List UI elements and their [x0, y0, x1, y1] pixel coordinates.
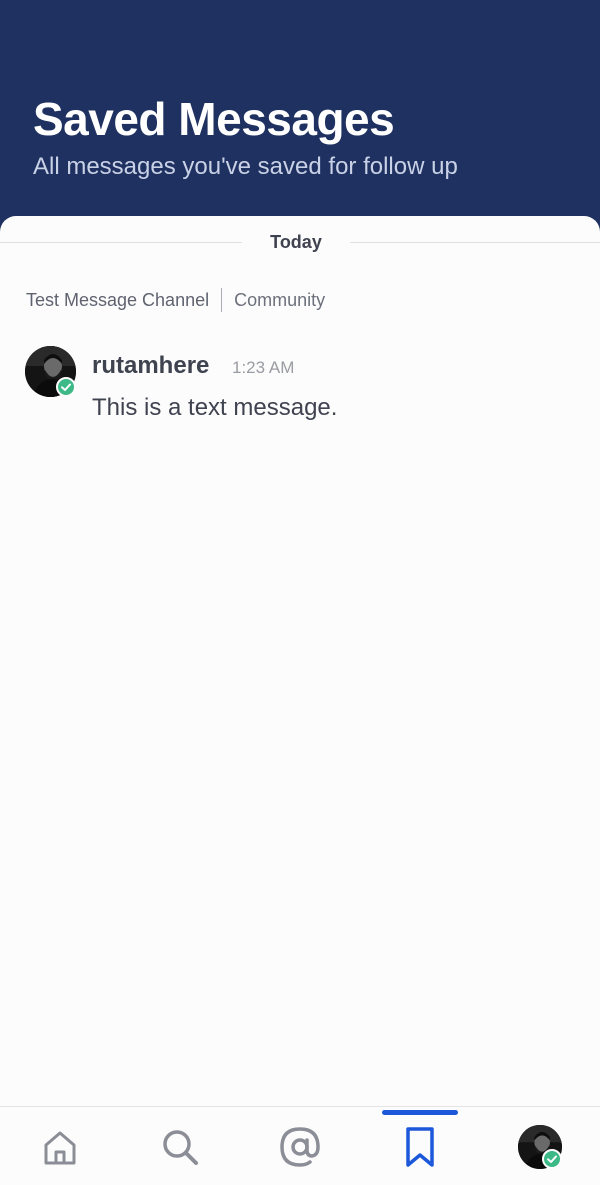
- page-subtitle: All messages you've saved for follow up: [33, 153, 458, 180]
- channel-info[interactable]: Test Message Channel Community: [26, 288, 325, 312]
- tab-search[interactable]: [120, 1107, 240, 1185]
- post-timestamp: 1:23 AM: [232, 358, 295, 377]
- date-separator: Today: [0, 230, 600, 254]
- saved-messages-list[interactable]: Today Test Message Channel Community rut…: [0, 216, 600, 1185]
- post-message: This is a text message.: [92, 394, 338, 421]
- bottom-tab-bar: [0, 1106, 600, 1185]
- at-sign-icon: [280, 1126, 320, 1167]
- account-avatar: [518, 1124, 562, 1169]
- tab-saved[interactable]: [360, 1107, 480, 1185]
- online-status-icon: [56, 377, 76, 397]
- date-label: Today: [270, 232, 322, 252]
- channel-name[interactable]: Test Message Channel: [26, 290, 209, 311]
- post-username[interactable]: rutamhere: [92, 352, 209, 380]
- saved-post[interactable]: rutamhere 1:23 AM This is a text message…: [25, 346, 585, 426]
- search-icon: [163, 1129, 198, 1165]
- tab-mentions[interactable]: [240, 1107, 360, 1185]
- home-icon: [44, 1131, 76, 1164]
- tab-home[interactable]: [0, 1107, 120, 1185]
- divider-line-right: [350, 242, 600, 243]
- tab-account[interactable]: [480, 1107, 600, 1185]
- team-name: Community: [234, 289, 326, 310]
- page-title: Saved Messages: [33, 93, 395, 145]
- divider-line-left: [0, 242, 242, 243]
- bookmark-icon: [406, 1126, 434, 1167]
- online-status-icon: [542, 1148, 562, 1169]
- header: Saved Messages All messages you've saved…: [0, 0, 600, 240]
- channel-separator: [221, 288, 223, 312]
